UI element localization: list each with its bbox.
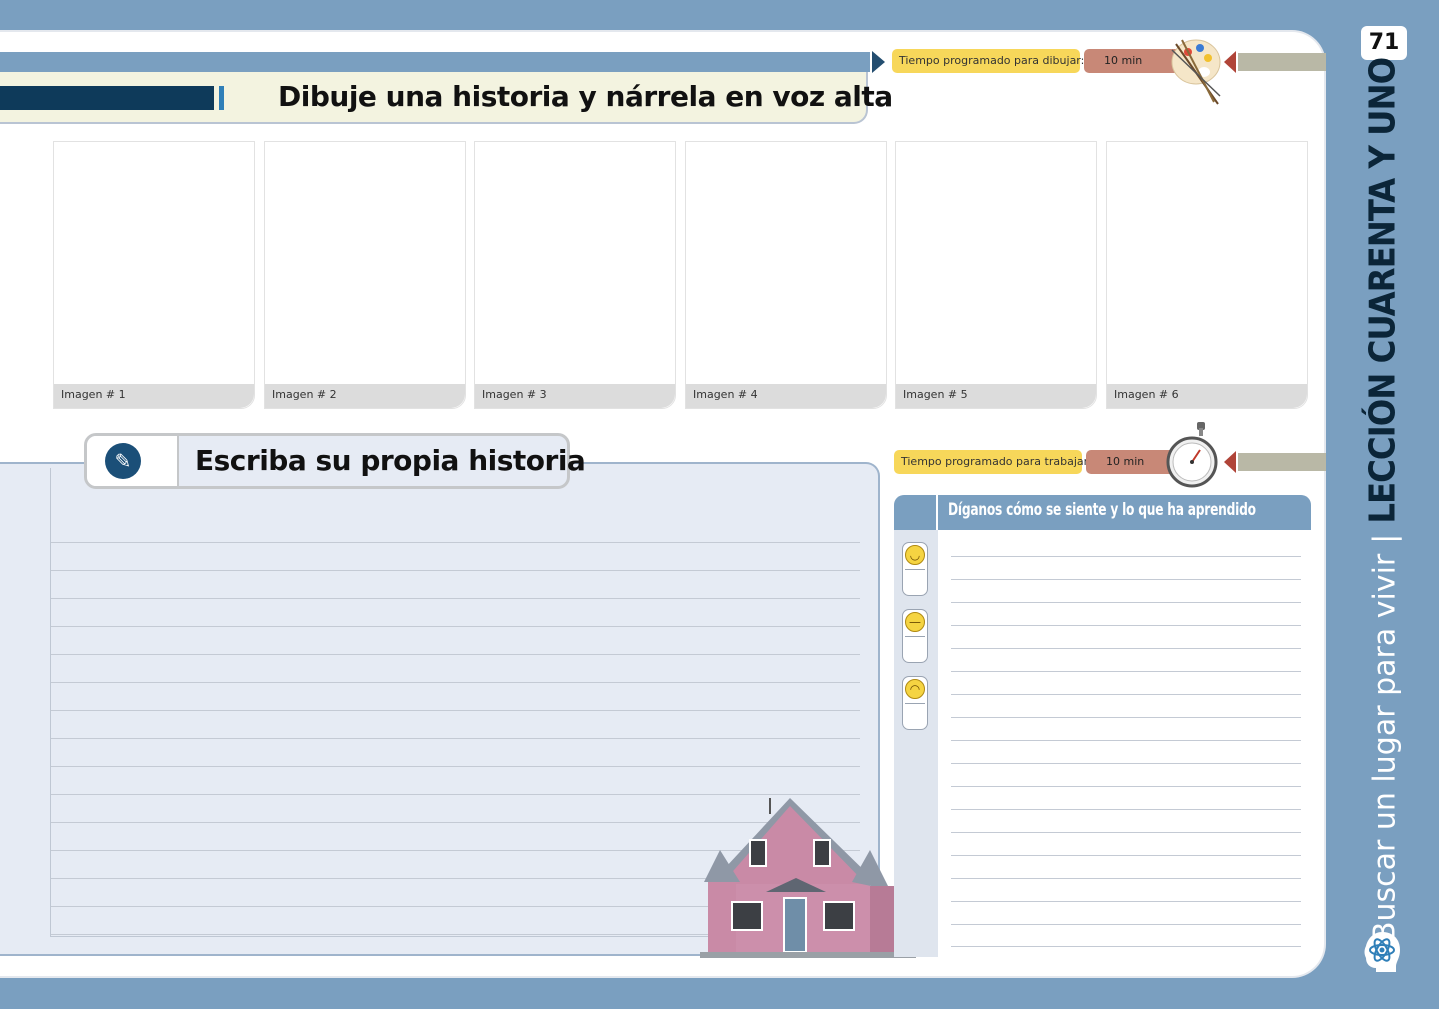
drawing-panel-1[interactable]: Imagen # 1 — [53, 141, 255, 409]
section2-title: Escriba su propia historia — [195, 444, 586, 477]
lesson-vertical-title: Buscar un lugar para vivir | LECCIÓN CUARE… — [1363, 58, 1404, 942]
feedback-line — [951, 694, 1301, 695]
page-number: 71 — [1361, 26, 1407, 60]
feedback-header-divider — [936, 495, 938, 530]
feedback-line — [951, 855, 1301, 856]
feedback-line — [951, 901, 1301, 902]
panel-caption: Imagen # 4 — [686, 384, 886, 408]
feedback-line — [951, 625, 1301, 626]
play-arrow-icon — [872, 51, 885, 73]
timer-track — [1238, 453, 1326, 471]
house-image — [700, 798, 916, 958]
section2-divider — [177, 436, 179, 486]
timer-end-arrow — [1224, 51, 1236, 73]
lesson-title: LECCIÓN CUARENTA Y UNO — [1362, 57, 1404, 524]
feedback-line — [951, 556, 1301, 557]
face-divider — [905, 636, 925, 637]
neutral-face-checkbox[interactable]: — — [902, 609, 928, 663]
top-accent-bar — [0, 52, 870, 72]
happy-face-checkbox[interactable]: ◡ — [902, 542, 928, 596]
panel-caption: Imagen # 6 — [1107, 384, 1307, 408]
feedback-line — [951, 786, 1301, 787]
panel-caption: Imagen # 3 — [475, 384, 675, 408]
sad-face-checkbox[interactable]: ◠ — [902, 676, 928, 730]
stopwatch-icon — [1166, 422, 1218, 488]
drawing-panel-4[interactable]: Imagen # 4 — [685, 141, 887, 409]
sad-face-icon: ◠ — [905, 679, 925, 699]
title-accent-bar — [0, 86, 214, 110]
writing-line — [51, 542, 860, 543]
happy-face-icon: ◡ — [905, 545, 925, 565]
panel-caption: Imagen # 5 — [896, 384, 1096, 408]
feedback-line — [951, 809, 1301, 810]
writing-line — [51, 570, 860, 571]
feedback-line — [951, 878, 1301, 879]
timer-end-arrow — [1224, 451, 1236, 473]
feedback-line — [951, 602, 1301, 603]
drawing-panel-3[interactable]: Imagen # 3 — [474, 141, 676, 409]
face-divider — [905, 703, 925, 704]
writing-line — [51, 598, 860, 599]
timer-track — [1238, 53, 1326, 71]
feedback-line — [951, 579, 1301, 580]
feedback-line — [951, 763, 1301, 764]
feedback-line — [951, 740, 1301, 741]
face-divider — [905, 569, 925, 570]
writing-line — [51, 682, 860, 683]
title-accent-tick — [219, 86, 224, 110]
feedback-writing-area[interactable] — [938, 530, 1311, 957]
feedback-title: Díganos cómo se siente y lo que ha apren… — [948, 500, 1256, 520]
feedback-line — [951, 648, 1301, 649]
panel-caption: Imagen # 2 — [265, 384, 465, 408]
section1-title: Dibuje una historia y nárrela en voz alt… — [278, 80, 893, 113]
drawing-panel-2[interactable]: Imagen # 2 — [264, 141, 466, 409]
panel-caption: Imagen # 1 — [54, 384, 254, 408]
writing-line — [51, 766, 860, 767]
writing-line — [51, 738, 860, 739]
feedback-line — [951, 717, 1301, 718]
title-separator: | — [1367, 533, 1403, 544]
feedback-line — [951, 671, 1301, 672]
feedback-line — [951, 832, 1301, 833]
atom-head-icon — [1364, 932, 1400, 972]
neutral-face-icon: — — [905, 612, 925, 632]
lesson-subtitle: Buscar un lugar para vivir — [1367, 553, 1403, 943]
workbook-page: Dibuje una historia y nárrela en voz alt… — [0, 0, 1439, 1009]
drawing-panel-5[interactable]: Imagen # 5 — [895, 141, 1097, 409]
feedback-line — [951, 946, 1301, 947]
feedback-line — [951, 924, 1301, 925]
writing-line — [51, 654, 860, 655]
pen-icon: ✎ — [105, 443, 141, 479]
writing-line — [51, 626, 860, 627]
paintbrush-palette-icon — [1171, 39, 1221, 105]
writing-line — [51, 710, 860, 711]
drawing-panel-6[interactable]: Imagen # 6 — [1106, 141, 1308, 409]
draw-timer-label: Tiempo programado para dibujar: — [892, 49, 1084, 73]
work-timer-label: Tiempo programado para trabajar: — [894, 450, 1092, 474]
